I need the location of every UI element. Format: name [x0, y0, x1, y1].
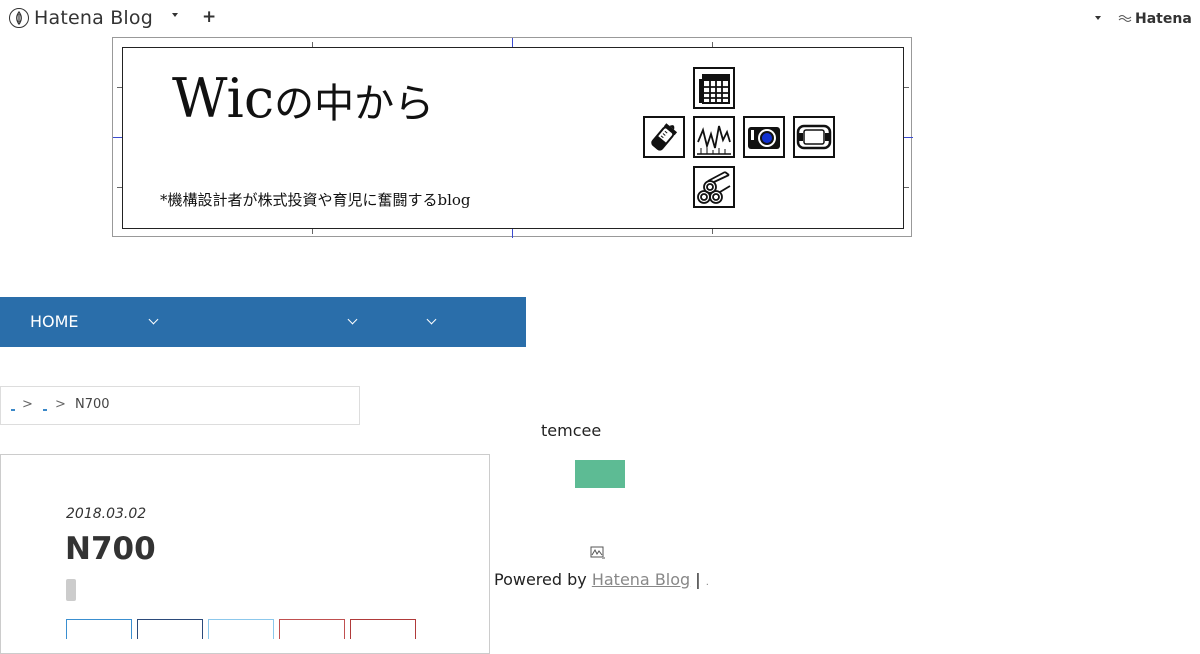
breadcrumb-home-link[interactable] [11, 409, 15, 411]
hatena-wave-icon [1118, 15, 1132, 22]
hatena-blog-brand: Hatena Blog [34, 7, 153, 29]
camera-icon [743, 116, 785, 158]
share-hatena-bookmark-button[interactable] [66, 619, 132, 639]
article-title[interactable]: N700 [65, 531, 156, 567]
breadcrumb-category-link[interactable] [43, 409, 47, 411]
stock-chart-icon [693, 116, 735, 158]
hatena-blog-logo[interactable]: Hatena Blog [9, 7, 153, 29]
banner-tick [903, 137, 913, 138]
global-nav: HOME [0, 297, 526, 347]
game-console-icon [793, 116, 835, 158]
share-line-button[interactable] [350, 619, 416, 639]
broken-image-icon [590, 545, 606, 561]
blog-title: Wicの中から [172, 64, 434, 139]
breadcrumb-separator: > [55, 397, 66, 412]
calendar-grid-icon [693, 67, 735, 109]
account-menu-caret-icon[interactable] [1095, 16, 1101, 20]
baby-bottle-icon [643, 116, 685, 158]
nav-dropdown-2-chevron-icon[interactable] [347, 314, 358, 325]
blog-subtitle: *機構設計者が株式投資や育児に奮闘するblog [160, 191, 471, 209]
article-category-tag[interactable] [66, 579, 76, 601]
blog-header-banner[interactable]: Wicの中から *機構設計者が株式投資や育児に奮闘するblog [112, 37, 913, 238]
hatena-blog-footer-link[interactable]: Hatena Blog [592, 570, 690, 589]
breadcrumb-separator: > [22, 397, 33, 412]
article-card: 2018.03.02 N700 [0, 454, 490, 654]
footer-report-link[interactable]: . [706, 577, 709, 588]
share-facebook-button[interactable] [137, 619, 203, 639]
hatena-logo-icon [9, 8, 29, 28]
banner-frame: Wicの中から *機構設計者が株式投資や育児に奮闘するblog [122, 47, 904, 229]
hatena-account-brand: Hatena [1135, 11, 1192, 27]
hatena-account-logo[interactable]: Hatena [1118, 11, 1192, 27]
blog-title-japanese: の中から [274, 81, 435, 127]
profile-author-name[interactable]: temcee [541, 421, 601, 440]
share-twitter-button[interactable] [208, 619, 274, 639]
new-post-button[interactable]: + [202, 6, 216, 28]
powered-by-footer: Powered by Hatena Blog | . [494, 570, 709, 589]
footer-pipe: | [695, 570, 701, 589]
powered-by-label: Powered by [494, 570, 587, 589]
nav-home-link[interactable]: HOME [30, 312, 79, 331]
nav-dropdown-1-chevron-icon[interactable] [148, 314, 159, 325]
banner-tick [512, 228, 513, 238]
hatena-toolbar: Hatena Blog + Hatena [0, 0, 1200, 36]
logs-icon [693, 166, 735, 208]
breadcrumb-current: N700 [75, 397, 110, 412]
brand-menu-caret-icon[interactable] [172, 13, 178, 17]
share-pocket-button[interactable] [279, 619, 345, 639]
follow-button[interactable] [575, 460, 625, 488]
article-date[interactable]: 2018.03.02 [66, 506, 146, 522]
nav-dropdown-3-chevron-icon[interactable] [426, 314, 437, 325]
blog-title-latin: Wic [172, 67, 275, 130]
breadcrumb: > > N700 [0, 386, 360, 425]
